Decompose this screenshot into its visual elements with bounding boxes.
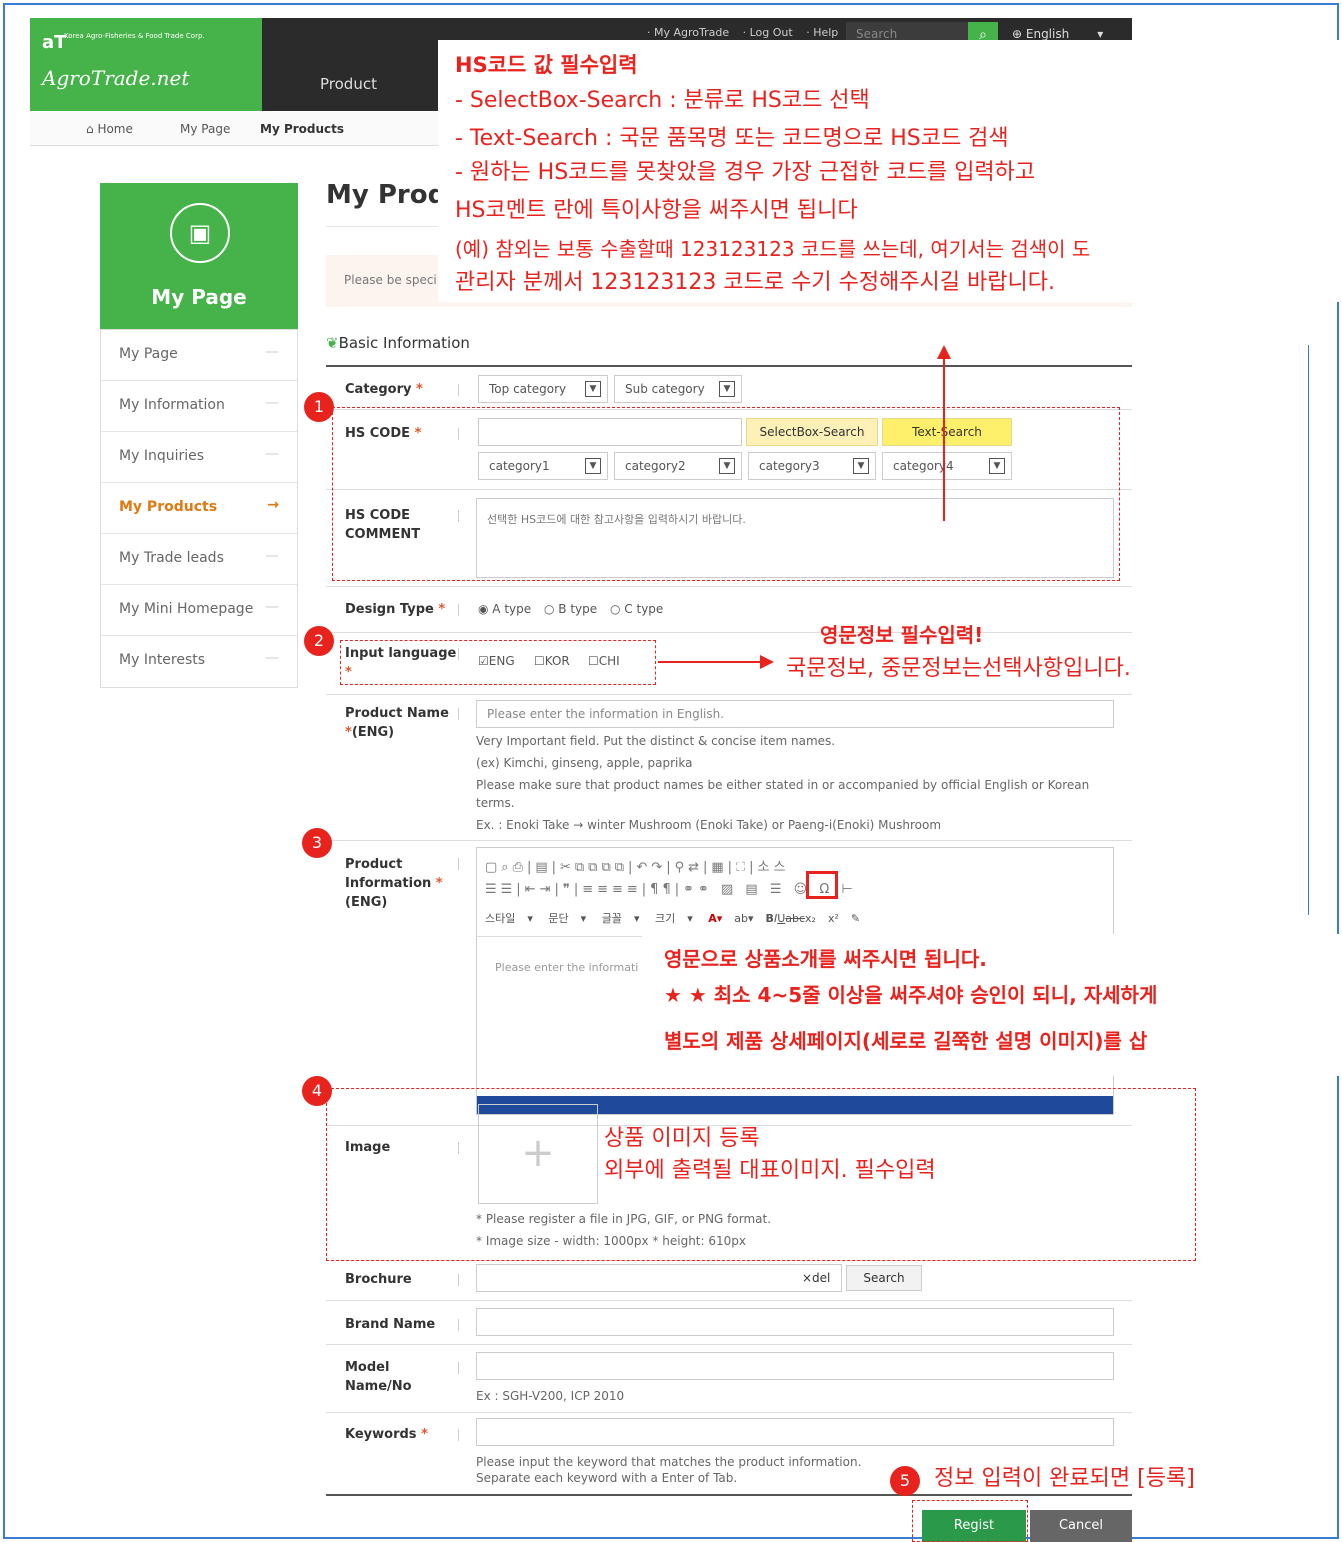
font-color-icon: A▾ [708, 912, 723, 925]
hs-annotation-line-2: - Text-Search : 국문 품목명 또는 코드명으로 HS코드 검색 [455, 126, 1009, 151]
right-arrow-icon [658, 655, 774, 669]
editor-toolbar-row1[interactable]: ▢⌕⎙|▤|✂⧉⧉⧉⧉|↶↷|⚲⇄|▦|⛶|소스 [485, 856, 789, 875]
eng-annotation-line: 국문정보, 중문정보는선택사항입니다. [786, 656, 1131, 681]
sidebar-header: ▣ My Page [100, 183, 298, 329]
eng-annotation-title: 영문정보 필수입력! [820, 623, 984, 647]
link-help[interactable]: · Help [806, 26, 838, 39]
design-type-label: Design Type * [345, 602, 446, 617]
model-input[interactable] [476, 1352, 1114, 1380]
arrow-right-icon: → [267, 497, 279, 513]
cancel-button[interactable]: Cancel [1030, 1510, 1132, 1542]
corp-mark: aT Korea Agro-Fisheries & Food Trade Corp… [42, 32, 205, 53]
annotation-number-2: 2 [304, 626, 334, 656]
editor-toolbar-row2[interactable]: ☰☰|⇤⇥|❞|≡≡≡≡|¶¶|⚭⚭ ▨ ▤ ☰ ☺ Ω ⊢ [485, 882, 857, 897]
product-name-help: Very Important field. Put the distinct &… [476, 734, 1090, 832]
sidebar-item-my-mini-homepage[interactable]: My Mini Homepage — [101, 585, 297, 636]
radio-c-type[interactable]: ○ C type [610, 602, 663, 616]
product-info-label: Product Information * (ENG) [345, 857, 443, 910]
breadcrumb-home[interactable]: ⌂ Home [86, 122, 133, 136]
regist-annotation-box [912, 1500, 1028, 1542]
keywords-input[interactable] [476, 1418, 1114, 1446]
sidebar-item-my-interests[interactable]: My Interests — [101, 636, 297, 687]
home-icon: ⌂ [86, 122, 98, 136]
sidebar-menu: My Page — My Information — My Inquiries — M… [100, 329, 298, 688]
globe-icon: ⊕ [1012, 27, 1026, 41]
section-title: ❦Basic Information [326, 334, 470, 352]
product-name-label: Product Name *(ENG) [345, 706, 449, 740]
image-annotation-line-2: 외부에 출력될 대표이미지. 필수입력 [604, 1158, 936, 1183]
sidebar-item-my-inquiries[interactable]: My Inquiries — [101, 432, 297, 483]
hs-annotation-line-5: (예) 참외는 보통 수출할때 123123123 코드를 쓰는데, 여기서는 … [455, 237, 1091, 261]
annotation-number-4: 4 [302, 1076, 332, 1106]
radio-a-type[interactable]: ◉ A type [478, 602, 531, 616]
language-annotation-box [340, 640, 656, 685]
brand-name-label: Brand Name [345, 1317, 436, 1332]
section-divider [326, 365, 1132, 367]
editor-annotation-line-2: ★ ★ 최소 4~5줄 이상을 써주셔야 승인이 되니, 자세하게 [664, 983, 1158, 1007]
editor-annotation-line-3: 별도의 제품 상세페이지(세로로 길쭉한 설명 이미지)를 삽 [664, 1029, 1148, 1053]
radio-b-type[interactable]: ○ B type [544, 602, 597, 616]
breadcrumb-current: My Products [260, 122, 345, 136]
caret-down-icon: ▾ [1097, 27, 1104, 41]
utility-links: · My AgroTrade · Log Out · Help [647, 26, 848, 39]
category-label: Category * [345, 382, 423, 397]
model-help: Ex : SGH-V200, ICP 2010 [476, 1389, 625, 1403]
hs-annotation-title: HS코드 값 필수입력 [455, 53, 638, 77]
annotation-number-5: 5 [890, 1466, 920, 1496]
hs-annotation-line-1: - SelectBox-Search : 분류로 HS코드 선택 [455, 88, 870, 113]
page-title: My Prod [326, 180, 447, 210]
hs-annotation-line-3: - 원하는 HS코드를 못찾았을 경우 가장 근접한 코드를 입력하고 [455, 160, 1036, 185]
brand-name: AgroTrade.net [42, 66, 190, 90]
sidebar-item-my-page[interactable]: My Page — [101, 330, 297, 381]
image-insert-icon-highlight[interactable] [806, 871, 838, 899]
frame-divider [1308, 345, 1309, 915]
hs-annotation-line-6: 관리자 분께서 123123123 코드로 수기 수정해주시길 바랍니다. [455, 270, 1055, 295]
paragraph-select[interactable]: 문단 [548, 910, 568, 926]
leaf-icon: ❦ [326, 334, 339, 352]
product-name-input[interactable]: Please enter the information in English. [476, 700, 1114, 728]
editor-annotation-line-1: 영문으로 상품소개를 써주시면 됩니다. [664, 947, 987, 971]
editor-toolbar-row3[interactable]: 스타일 ▾ 문단 ▾ 글꼴 ▾ 크기 ▾ A▾ ab▾ BIUabcx₂ x² ✎ [485, 910, 872, 926]
link-logout[interactable]: · Log Out [743, 26, 793, 39]
chevron-down-icon: ▼ [719, 381, 735, 397]
annotation-number-3: 3 [302, 828, 332, 858]
model-label: Model Name/No [345, 1360, 412, 1394]
chevron-down-icon: ▼ [585, 381, 601, 397]
site-logo[interactable]: aT Korea Agro-Fisheries & Food Trade Corp… [30, 18, 262, 111]
brochure-label: Brochure [345, 1272, 412, 1287]
sub-category-select[interactable]: Sub category ▼ [614, 375, 742, 403]
annotation-number-1: 1 [304, 392, 334, 422]
style-select[interactable]: 스타일 [485, 910, 515, 926]
link-my-agrotrade[interactable]: · My AgroTrade [647, 26, 729, 39]
brand-name-input[interactable] [476, 1308, 1114, 1336]
hs-annotation-line-4: HS코멘트 란에 특이사항을 써주시면 됩니다 [455, 198, 858, 223]
sidebar-item-my-trade-leads[interactable]: My Trade leads — [101, 534, 297, 585]
image-annotation-line-1: 상품 이미지 등록 [604, 1126, 760, 1151]
regist-annotation-line: 정보 입력이 완료되면 [등록] [934, 1466, 1195, 1491]
badge-icon: ▣ [170, 203, 230, 263]
sidebar-item-my-products[interactable]: My Products → [101, 483, 297, 534]
menu-product[interactable]: Product [320, 75, 377, 93]
brochure-file-input[interactable] [476, 1264, 842, 1292]
sidebar-item-my-information[interactable]: My Information — [101, 381, 297, 432]
highlight-icon: ab▾ [734, 912, 754, 925]
eraser-icon: ✎ [850, 912, 861, 925]
hs-annotation-box [332, 407, 1120, 581]
breadcrumb-mypage[interactable]: My Page [180, 122, 230, 136]
brochure-search-button[interactable]: Search [846, 1265, 922, 1291]
brochure-delete[interactable]: ×del [802, 1271, 830, 1285]
font-select[interactable]: 글꼴 [602, 910, 622, 926]
top-category-select[interactable]: Top category ▼ [478, 375, 608, 403]
sidebar-title: My Page [151, 285, 247, 309]
size-select[interactable]: 크기 [655, 910, 675, 926]
keywords-label: Keywords * [345, 1427, 428, 1442]
